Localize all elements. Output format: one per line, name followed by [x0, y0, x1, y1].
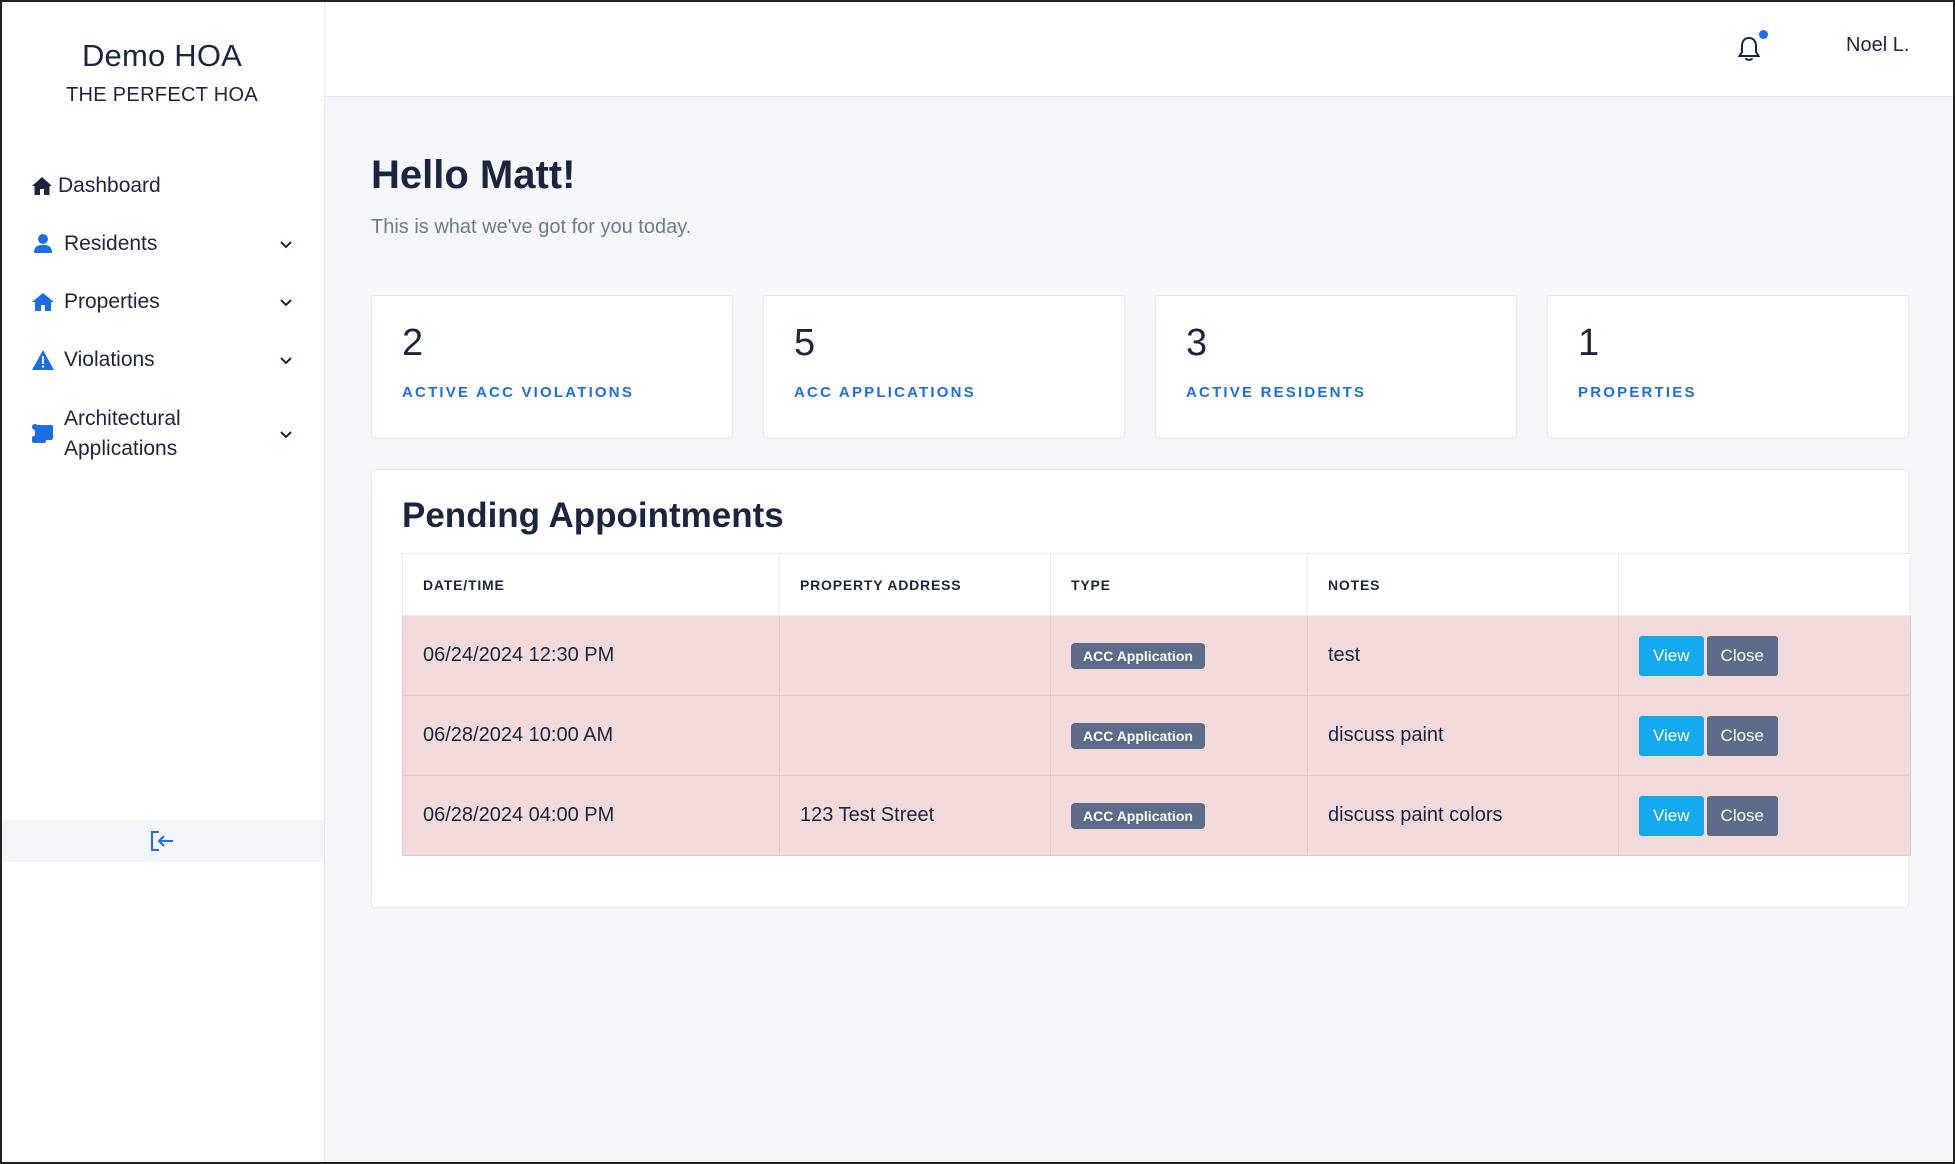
appointments-table: DATE/TIME PROPERTY ADDRESS TYPE NOTES 06…: [402, 553, 1911, 856]
cell-address: 123 Test Street: [779, 775, 1051, 856]
cell-address: [779, 695, 1051, 776]
sidebar-item-label: Violations: [64, 348, 155, 371]
cell-notes: test: [1307, 615, 1619, 696]
stat-label: ACTIVE ACC VIOLATIONS: [402, 384, 635, 401]
stat-card-properties[interactable]: 1 PROPERTIES: [1547, 295, 1909, 439]
stat-value: 2: [402, 322, 424, 364]
view-button[interactable]: View: [1639, 635, 1704, 676]
column-header: NOTES: [1307, 553, 1619, 616]
sidebar-item-label: Dashboard: [58, 174, 161, 197]
stat-label: ACC APPLICATIONS: [794, 384, 976, 401]
user-menu[interactable]: Noel L.: [1846, 34, 1909, 57]
chevron-down-icon: [280, 299, 292, 307]
cell-datetime: 06/28/2024 04:00 PM: [402, 775, 780, 856]
cell-actions: View Close: [1618, 775, 1911, 856]
cell-notes: discuss paint colors: [1307, 775, 1619, 856]
brand-title: Demo HOA: [81, 38, 243, 73]
sidebar: Demo HOA THE PERFECT HOA Dashboard Resid…: [0, 0, 325, 1164]
sidebar-item-properties[interactable]: Properties: [0, 273, 324, 331]
chevron-down-icon: [280, 357, 292, 365]
view-button[interactable]: View: [1639, 715, 1704, 756]
sidebar-collapse-button[interactable]: [0, 820, 324, 862]
column-header: TYPE: [1050, 553, 1308, 616]
stat-card-residents[interactable]: 3 ACTIVE RESIDENTS: [1155, 295, 1517, 439]
stat-value: 3: [1186, 322, 1208, 364]
top-bar: Noel L.: [325, 0, 1955, 97]
sidebar-item-label: Architectural Applications: [64, 407, 181, 460]
stat-card-applications[interactable]: 5 ACC APPLICATIONS: [763, 295, 1125, 439]
stat-label: ACTIVE RESIDENTS: [1186, 384, 1367, 401]
house-icon: [30, 289, 56, 315]
column-header: [1618, 553, 1911, 616]
type-badge: ACC Application: [1071, 722, 1205, 749]
stat-value: 1: [1578, 322, 1600, 364]
user-icon: [30, 231, 56, 257]
type-badge: ACC Application: [1071, 642, 1205, 669]
table-row: 06/24/2024 12:30 PM ACC Application test…: [402, 615, 1911, 696]
cell-type: ACC Application: [1050, 775, 1308, 856]
page-subtitle: This is what we've got for you today.: [371, 216, 692, 238]
home-icon: [30, 173, 54, 199]
stat-label: PROPERTIES: [1578, 384, 1697, 401]
pending-appointments-panel: Pending Appointments DATE/TIME PROPERTY …: [371, 469, 1911, 908]
view-button[interactable]: View: [1639, 795, 1704, 836]
table-header-row: DATE/TIME PROPERTY ADDRESS TYPE NOTES: [402, 553, 1911, 616]
sidebar-item-dashboard[interactable]: Dashboard: [0, 157, 324, 215]
brand-subtitle: THE PERFECT HOA: [66, 84, 258, 106]
cell-address: [779, 615, 1051, 696]
stat-card-violations[interactable]: 2 ACTIVE ACC VIOLATIONS: [371, 295, 733, 439]
cell-type: ACC Application: [1050, 695, 1308, 776]
sidebar-item-violations[interactable]: Violations: [0, 331, 324, 389]
sidebar-item-label: Residents: [64, 232, 158, 255]
type-badge: ACC Application: [1071, 802, 1205, 829]
scroll-icon: [30, 421, 56, 447]
stat-value: 5: [794, 322, 816, 364]
chevron-down-icon: [280, 431, 292, 439]
notifications-button[interactable]: [1737, 30, 1768, 64]
sidebar-item-label: Properties: [64, 290, 160, 313]
table-row: 06/28/2024 10:00 AM ACC Application disc…: [402, 695, 1911, 776]
panel-title: Pending Appointments: [402, 496, 784, 535]
sign-in-icon: [151, 831, 173, 851]
warning-icon: [30, 347, 56, 373]
column-header: PROPERTY ADDRESS: [779, 553, 1051, 616]
cell-datetime: 06/24/2024 12:30 PM: [402, 615, 780, 696]
bell-icon: [1737, 36, 1761, 61]
sidebar-item-residents[interactable]: Residents: [0, 215, 324, 273]
cell-notes: discuss paint: [1307, 695, 1619, 776]
page-title: Hello Matt!: [371, 153, 576, 197]
notification-dot: [1759, 30, 1768, 39]
close-button[interactable]: Close: [1706, 715, 1779, 756]
table-row: 06/28/2024 04:00 PM 123 Test Street ACC …: [402, 775, 1911, 856]
cell-actions: View Close: [1618, 695, 1911, 776]
cell-type: ACC Application: [1050, 615, 1308, 696]
cell-datetime: 06/28/2024 10:00 AM: [402, 695, 780, 776]
close-button[interactable]: Close: [1706, 635, 1779, 676]
brand: Demo HOA THE PERFECT HOA: [0, 0, 324, 107]
chevron-down-icon: [280, 241, 292, 249]
close-button[interactable]: Close: [1706, 795, 1779, 836]
sidebar-nav: Dashboard Residents Properties Violation…: [0, 157, 324, 479]
column-header: DATE/TIME: [402, 553, 780, 616]
sidebar-item-architectural-applications[interactable]: Architectural Applications: [0, 389, 324, 479]
cell-actions: View Close: [1618, 615, 1911, 696]
